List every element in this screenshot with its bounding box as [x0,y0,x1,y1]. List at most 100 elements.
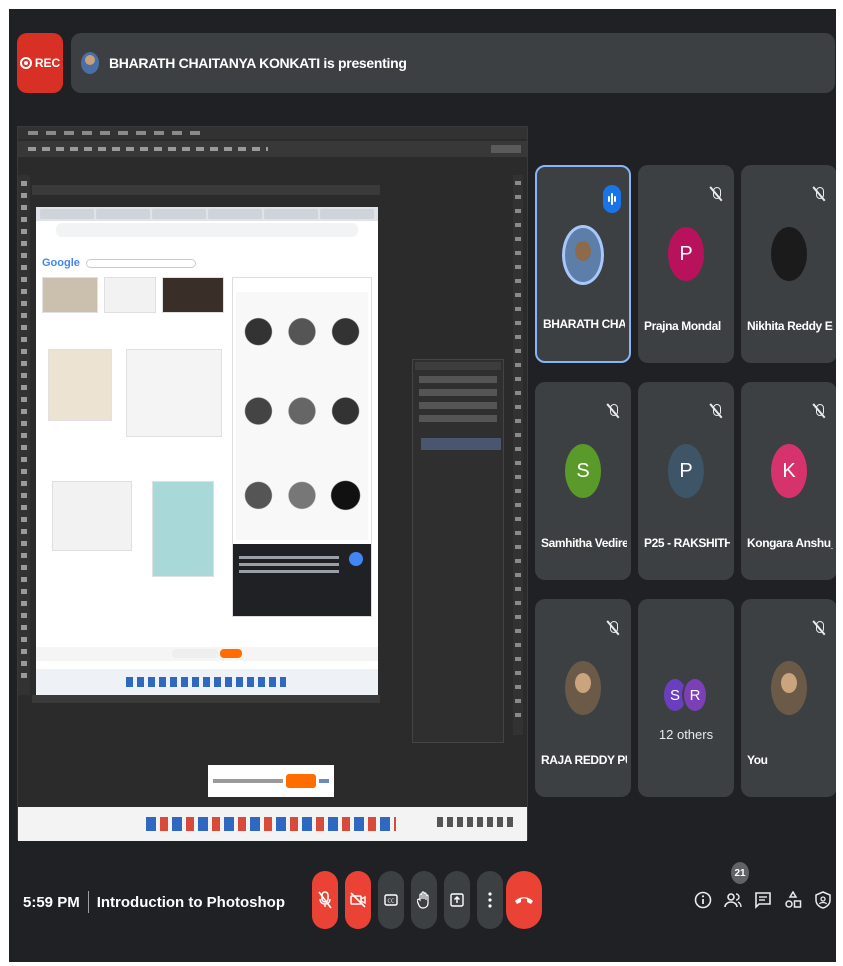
more-options-button[interactable] [477,871,503,929]
image-details [233,544,371,616]
photoshop-layers-panel [412,359,504,743]
present-button[interactable] [444,871,470,929]
image-result [126,349,222,437]
image-result [104,277,156,313]
others-count-label: 12 others [658,727,714,742]
photoshop-document-tab [32,185,380,195]
participant-tile[interactable]: P P25 - RAKSHITH K... [638,382,734,580]
host-controls-icon [815,891,831,909]
chat-button[interactable] [751,885,775,915]
mic-off-icon [607,404,619,418]
participant-tile[interactable]: RAJA REDDY PUN... [535,599,631,797]
image-result [152,481,214,577]
participant-name: You [747,753,768,767]
camera-toggle-button[interactable] [345,871,371,929]
present-icon [450,893,464,907]
participant-tile[interactable]: P Prajna Mondal [638,165,734,363]
chat-icon [755,892,771,909]
participant-count-badge: 21 [731,862,749,884]
layer-row [421,438,501,450]
image-result [162,277,224,313]
google-logo: Google [42,257,80,269]
google-search-row: Google [42,255,372,271]
host-controls-button[interactable] [811,885,835,915]
end-call-icon [515,897,533,904]
avatar: K [771,444,807,498]
leave-call-button[interactable] [506,871,542,929]
avatar: P [668,227,704,281]
info-icon [694,891,712,909]
mic-off-icon [813,621,825,635]
divider [87,891,89,913]
participant-name: BHARATH CHAITA... [543,317,625,331]
avatar [565,661,601,715]
participant-tile[interactable]: Nikhita Reddy Eega [741,165,836,363]
sharing-screen-banner [208,765,334,797]
photoshop-statusbar [32,695,380,703]
presenting-banner: BHARATH CHAITANYA KONKATI is presenting [71,33,835,93]
raise-hand-icon [417,891,429,909]
participant-name: Kongara Anshu_22 [747,536,833,550]
avatar [562,225,604,285]
presenting-text: BHARATH CHAITANYA KONKATI is presenting [109,55,407,71]
image-result [48,349,112,421]
avatar [771,661,807,715]
participant-name: Samhitha Vedire [541,536,627,550]
participant-tile[interactable]: S R 12 others [638,599,734,797]
activities-icon [785,891,802,908]
meeting-info: 5:59 PM Introduction to Photoshop [23,891,285,913]
image-result [52,481,132,551]
rec-label: REC [34,56,61,70]
others-avatars: SR [662,677,710,713]
mic-off-icon [710,404,722,418]
mic-off-icon [813,187,825,201]
meeting-details-button[interactable] [691,885,715,915]
shared-screen[interactable]: Google [17,126,528,841]
meeting-title: Introduction to Photoshop [96,893,285,911]
participant-tile[interactable]: K Kongara Anshu_22 [741,382,836,580]
record-icon [19,57,32,69]
speaking-indicator-icon [603,185,621,213]
mic-off-icon [813,404,825,418]
google-search-box [85,258,196,268]
participant-name: RAJA REDDY PUN... [541,753,627,767]
people-button[interactable] [721,885,745,915]
participant-name: Nikhita Reddy Eega [747,319,833,333]
participant-tile[interactable]: BHARATH CHAITA... [535,165,631,363]
mic-off-icon [710,187,722,201]
browser-footer [36,647,378,661]
clock-time: 5:59 PM [23,893,80,911]
captions-icon: CC [384,894,398,906]
browser-tabs [36,207,378,221]
avatar: S [565,444,601,498]
participant-name: P25 - RAKSHITH K... [644,536,730,550]
participant-tile[interactable]: You [741,599,836,797]
helmet-logo-sketches [236,292,368,540]
meet-window: REC BHARATH CHAITANYA KONKATI is present… [9,9,836,962]
avatar: P [668,444,704,498]
avatar: R [682,677,708,713]
raise-hand-button[interactable] [411,871,437,929]
captions-button[interactable]: CC [378,871,404,929]
selected-image-panel [232,277,372,617]
photoshop-toolbar [18,175,30,695]
inner-taskbar [36,669,378,695]
avatar [771,227,807,281]
mic-toggle-button[interactable] [312,871,338,929]
activities-button[interactable] [781,885,805,915]
photoshop-options-bar [18,141,527,157]
presenter-avatar [81,52,99,74]
participant-name: Prajna Mondal [644,319,721,333]
windows-taskbar [18,807,527,841]
camera-off-icon [350,892,366,908]
recording-indicator[interactable]: REC [17,33,63,93]
browser-url-bar [56,223,358,237]
image-results-grid [42,277,226,607]
browser-window-screenshot: Google [36,207,378,695]
stop-sharing-button [286,774,316,788]
participant-tile[interactable]: S Samhitha Vedire [535,382,631,580]
mic-off-icon [607,621,619,635]
photoshop-right-toolbar [513,175,523,735]
photoshop-menubar [18,127,527,139]
svg-text:CC: CC [388,899,395,905]
